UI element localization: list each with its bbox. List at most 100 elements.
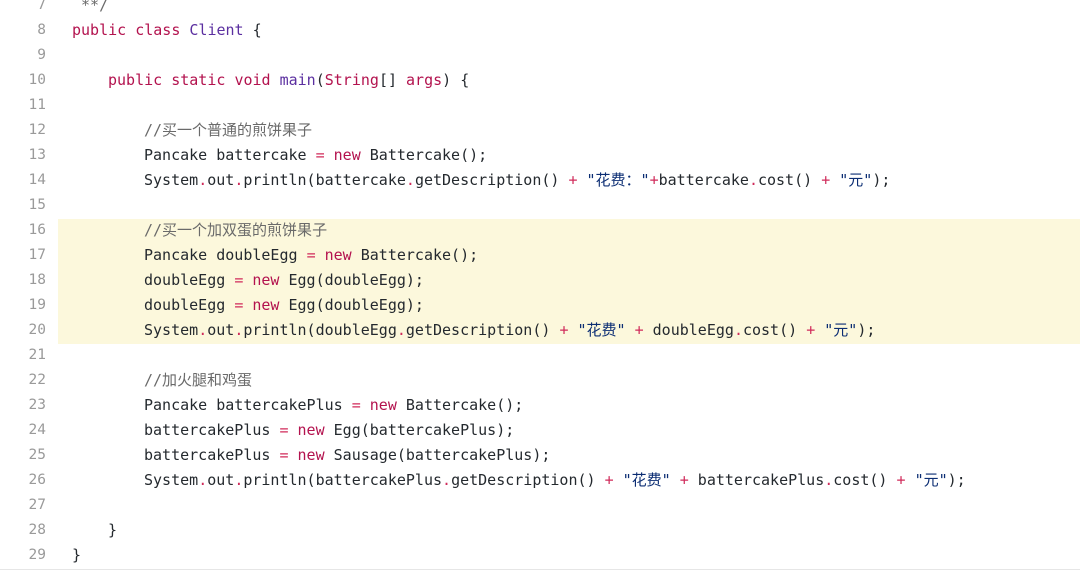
code-token: + [679, 471, 689, 489]
code-token: cost() [742, 321, 807, 339]
code-token: new [333, 146, 361, 164]
code-token: new [297, 421, 325, 439]
code-token: main [279, 71, 316, 89]
code-token: Battercake(); [351, 246, 479, 264]
line-number: 24 [28, 422, 46, 438]
line-number: 19 [28, 297, 46, 313]
line-number: 18 [28, 272, 46, 288]
code-token: + [896, 471, 906, 489]
line-number: 20 [28, 322, 46, 338]
code-token: . [733, 321, 743, 339]
code-line: 28} [0, 518, 1080, 543]
code-text: } [72, 543, 81, 568]
code-token: Battercake(); [360, 146, 488, 164]
code-token: . [748, 171, 758, 189]
code-token: //买一个加双蛋的煎饼果子 [144, 221, 328, 239]
code-line: 9 [0, 43, 1080, 68]
code-text: //加火腿和鸡蛋 [144, 368, 252, 393]
code-text: battercakePlus = new Egg(battercakePlus)… [144, 418, 514, 443]
code-token: } [108, 521, 118, 539]
code-token: public [72, 21, 127, 39]
code-token: "元" [839, 171, 873, 189]
code-text: Pancake battercake = new Battercake(); [144, 143, 487, 168]
code-token: Egg(battercakePlus); [324, 421, 515, 439]
code-token: + [821, 171, 831, 189]
line-number: 21 [28, 347, 46, 363]
code-line: 25 battercakePlus = new Sausage(battercak… [0, 443, 1080, 468]
code-token: class [135, 21, 181, 39]
code-token: void [234, 71, 271, 89]
code-token: = [279, 446, 289, 464]
code-line: 19 doubleEgg = new Egg(doubleEgg); [0, 293, 1080, 318]
line-number: 17 [28, 247, 46, 263]
code-token: System [144, 321, 199, 339]
code-token: out [207, 321, 235, 339]
code-line: 10 public static void main(String[] args)… [0, 68, 1080, 93]
code-token: println(doubleEgg [243, 321, 397, 339]
code-token: ) { [442, 71, 470, 89]
code-token: Battercake(); [396, 396, 524, 414]
code-text: Pancake battercakePlus = new Battercake(… [144, 393, 523, 418]
code-token: cost() [833, 471, 897, 489]
code-token: getDescription() [405, 321, 560, 339]
code-token: Sausage(battercakePlus); [324, 446, 551, 464]
code-token: Pancake battercakePlus [144, 396, 352, 414]
code-token: System [144, 171, 199, 189]
code-token: getDescription() [451, 471, 605, 489]
code-token: battercake [658, 171, 749, 189]
code-token: + [806, 321, 816, 339]
code-token: println(battercakePlus [243, 471, 443, 489]
code-token: //加火腿和鸡蛋 [144, 371, 253, 389]
code-token: "元" [914, 471, 948, 489]
code-token: + [649, 171, 659, 189]
code-token: Client [189, 21, 244, 39]
code-token: ); [872, 171, 891, 189]
code-token: doubleEgg [144, 271, 235, 289]
code-line: 14 System.out.println(battercake.getDescr… [0, 168, 1080, 193]
code-token: getDescription() [414, 171, 569, 189]
code-token: . [198, 171, 208, 189]
code-token: . [234, 471, 244, 489]
line-number: 15 [28, 197, 46, 213]
code-line: 13 Pancake battercake = new Battercake(); [0, 143, 1080, 168]
line-number: 9 [37, 47, 46, 63]
code-text: } [108, 518, 117, 543]
code-token: new [297, 446, 325, 464]
code-text: battercakePlus = new Sausage(battercakeP… [144, 443, 550, 468]
line-number: 11 [28, 97, 46, 113]
code-token: Pancake battercake [144, 146, 316, 164]
code-token: . [198, 471, 208, 489]
code-line: 7 **/ [0, 0, 1080, 18]
code-editor[interactable]: 7 **/8 public class Client {9 10 public sta… [0, 0, 1080, 570]
code-token: out [207, 171, 235, 189]
line-number: 29 [28, 547, 46, 563]
line-number: 7 [37, 0, 46, 13]
code-text: System.out.println(doubleEgg.getDescript… [144, 318, 875, 343]
code-token: . [396, 321, 406, 339]
code-token: **/ [72, 0, 109, 14]
code-token: { [243, 21, 262, 39]
code-line: 16 //买一个加双蛋的煎饼果子 [0, 218, 1080, 243]
code-text: doubleEgg = new Egg(doubleEgg); [144, 268, 424, 293]
code-line: 21 [0, 343, 1080, 368]
code-token: . [234, 321, 244, 339]
code-text: Pancake doubleEgg = new Battercake(); [144, 243, 478, 268]
code-token: String [324, 71, 379, 89]
code-text: public class Client { [72, 18, 262, 43]
code-token: "花费" [577, 321, 626, 339]
code-token: new [252, 271, 280, 289]
code-token: . [198, 321, 208, 339]
code-token: = [315, 146, 325, 164]
code-token: . [824, 471, 834, 489]
line-number: 8 [37, 22, 46, 38]
code-token: + [568, 171, 578, 189]
code-token: "花费：" [586, 171, 650, 189]
